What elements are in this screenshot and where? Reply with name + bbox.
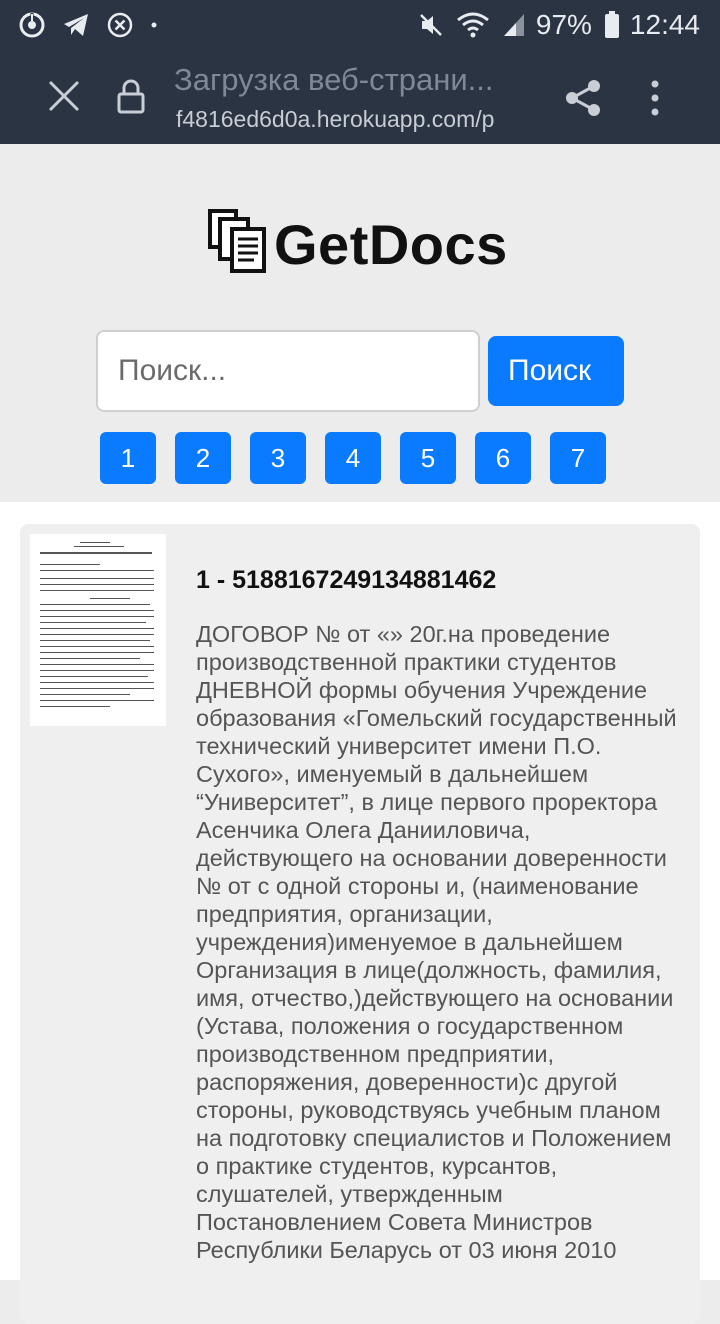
page-button-7[interactable]: 7 xyxy=(550,432,606,484)
page-button-2[interactable]: 2 xyxy=(175,432,231,484)
results-list: 1 - 5188167249134881462 ДОГОВОР № от «» … xyxy=(0,502,720,1324)
logo-text: GetDocs xyxy=(274,212,508,276)
search-input[interactable] xyxy=(96,330,480,412)
pagination: 1 2 3 4 5 6 7 xyxy=(100,432,625,484)
battery-icon xyxy=(604,11,620,39)
notification-icons xyxy=(18,10,174,40)
status-bar: 97% 12:44 xyxy=(0,0,720,50)
share-icon[interactable] xyxy=(564,78,604,118)
page-button-3[interactable]: 3 xyxy=(250,432,306,484)
document-thumbnail[interactable] xyxy=(30,534,166,726)
documents-icon xyxy=(208,208,270,280)
x-app-icon xyxy=(106,11,134,39)
browser-toolbar: Загрузка веб-страни... f4816ed6d0a.herok… xyxy=(0,50,720,144)
search-button[interactable]: Поиск xyxy=(488,336,624,406)
more-notifications-dot-icon xyxy=(150,21,158,29)
lock-icon[interactable] xyxy=(116,78,146,114)
battery-percent: 97% xyxy=(535,9,592,40)
page-button-4[interactable]: 4 xyxy=(325,432,381,484)
result-title[interactable]: 1 - 5188167249134881462 xyxy=(196,566,496,595)
signal-icon xyxy=(502,12,526,38)
page-button-5[interactable]: 5 xyxy=(400,432,456,484)
clock: 12:44 xyxy=(629,9,700,40)
system-indicators: 97% 12:44 xyxy=(406,8,700,42)
site-logo[interactable]: GetDocs xyxy=(208,204,508,284)
power-sync-icon xyxy=(18,11,46,39)
wifi-icon xyxy=(456,11,490,39)
url-bar[interactable]: f4816ed6d0a.herokuapp.com/p xyxy=(176,106,536,138)
page-button-1[interactable]: 1 xyxy=(100,432,156,484)
telegram-icon xyxy=(62,12,90,38)
site-header: GetDocs Поиск 1 2 3 4 5 6 7 xyxy=(0,144,720,502)
page-button-6[interactable]: 6 xyxy=(475,432,531,484)
page-title[interactable]: Загрузка веб-страни... xyxy=(174,62,536,102)
mute-icon xyxy=(418,12,444,38)
close-tab-icon[interactable] xyxy=(46,78,82,114)
more-options-icon[interactable] xyxy=(640,78,670,118)
result-card[interactable]: 1 - 5188167249134881462 ДОГОВОР № от «» … xyxy=(20,524,700,1324)
result-snippet: ДОГОВОР № от «» 20г.на проведение произв… xyxy=(196,621,677,1263)
